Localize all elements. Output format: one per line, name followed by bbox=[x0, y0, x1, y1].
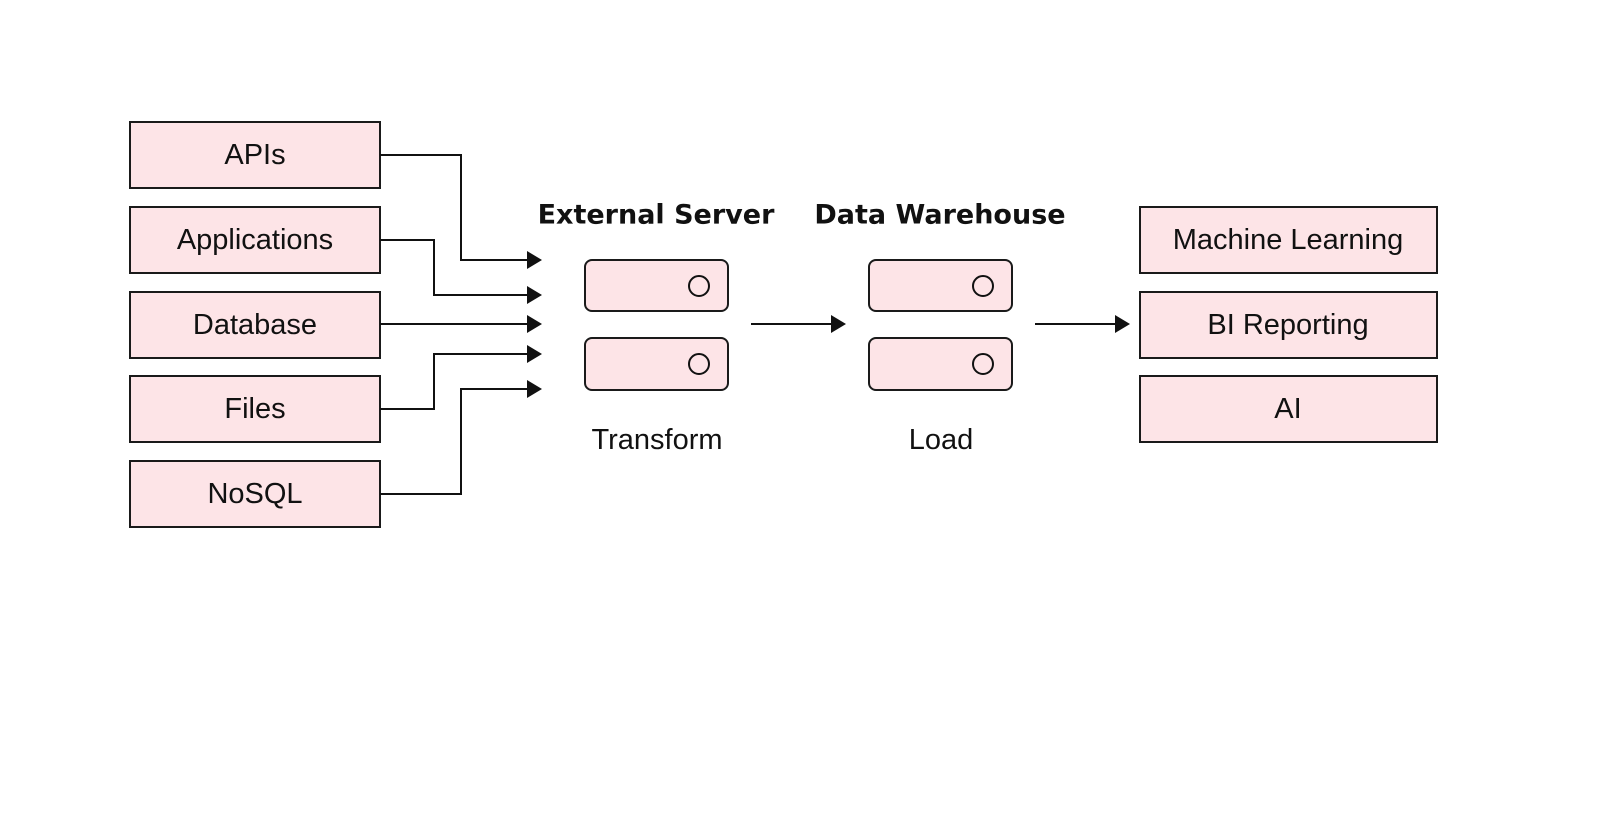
stage-caption: Transform bbox=[591, 424, 722, 456]
destination-label: Machine Learning bbox=[1173, 224, 1404, 256]
connector-files bbox=[380, 353, 528, 410]
arrowhead-icon bbox=[1115, 315, 1130, 333]
stage-title: Data Warehouse bbox=[814, 200, 1065, 231]
arrowhead-icon bbox=[527, 251, 542, 269]
arrowhead-icon bbox=[831, 315, 846, 333]
source-label: Database bbox=[193, 309, 317, 341]
source-label: NoSQL bbox=[207, 478, 302, 510]
stage-external-server: External Server Transform bbox=[538, 200, 775, 457]
arrowhead-icon bbox=[527, 380, 542, 398]
source-label: Applications bbox=[177, 224, 333, 256]
stage-title: External Server bbox=[538, 200, 775, 231]
destination-machine-learning: Machine Learning bbox=[1139, 206, 1438, 274]
destination-bi-reporting: BI Reporting bbox=[1139, 291, 1438, 359]
stage-data-warehouse: Data Warehouse Load bbox=[814, 200, 1065, 457]
connector-nosql bbox=[380, 388, 528, 495]
source-files: Files bbox=[129, 375, 381, 443]
destination-label: AI bbox=[1274, 393, 1301, 425]
source-apis: APIs bbox=[129, 121, 381, 189]
source-label: Files bbox=[224, 393, 285, 425]
arrowhead-icon bbox=[527, 286, 542, 304]
etl-diagram: APIs Applications Database Files NoSQL E… bbox=[129, 121, 1438, 528]
destination-label: BI Reporting bbox=[1207, 309, 1368, 341]
source-connectors bbox=[380, 154, 542, 495]
stage-caption: Load bbox=[909, 424, 974, 456]
source-nosql: NoSQL bbox=[129, 460, 381, 528]
connector-apis bbox=[380, 154, 528, 261]
source-database: Database bbox=[129, 291, 381, 359]
source-applications: Applications bbox=[129, 206, 381, 274]
connector-applications bbox=[380, 239, 528, 296]
destination-ai: AI bbox=[1139, 375, 1438, 443]
arrowhead-icon bbox=[527, 315, 542, 333]
server-icon bbox=[868, 259, 1013, 391]
source-label: APIs bbox=[224, 139, 285, 171]
arrowhead-icon bbox=[527, 345, 542, 363]
server-icon bbox=[584, 259, 729, 391]
